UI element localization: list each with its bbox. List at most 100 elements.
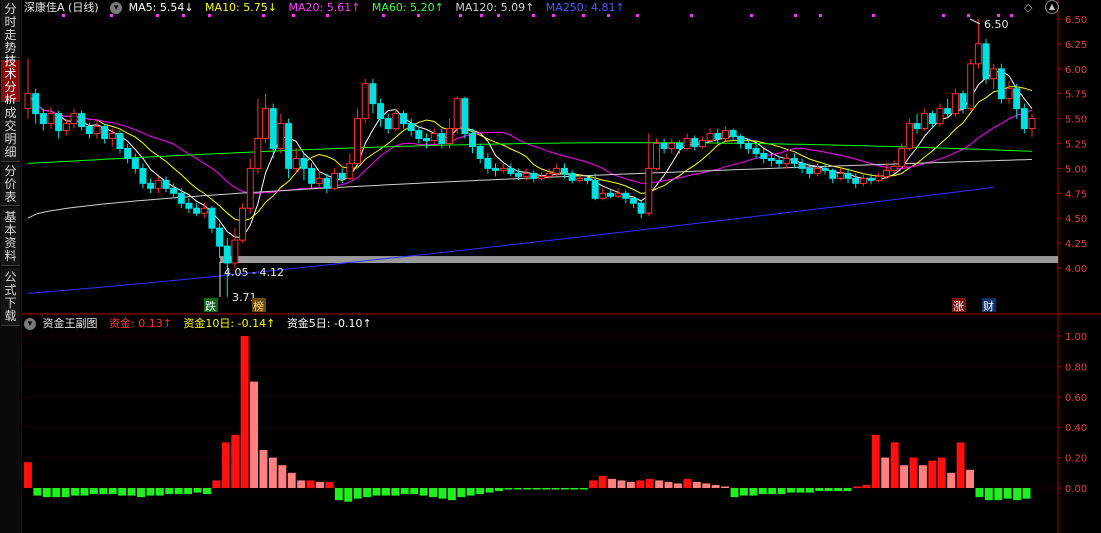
candle-body: [936, 108, 944, 125]
flow-bar: [928, 460, 937, 488]
side-tab-2[interactable]: 成交明细: [1, 104, 20, 162]
candle-body: [545, 172, 553, 177]
side-tab-bar: 分时走势技术分析成交明细分价表基本资料公式下载: [0, 0, 22, 533]
candle-body: [177, 192, 185, 204]
candle-body: [154, 179, 162, 189]
chart-area[interactable]: 6.50 6.25 6.00 5.75 5.50 5.25 5.00 4.75 4.50 4.25…: [22, 0, 1101, 533]
flow-bar: [730, 488, 739, 498]
ma120-label: MA120: 5.09↑: [455, 1, 535, 14]
indicator-settings-icon[interactable]: ▾: [110, 2, 123, 14]
sub-indicator-settings-icon[interactable]: ▾: [24, 318, 36, 330]
candle-body: [921, 113, 929, 130]
candle-body: [315, 177, 323, 184]
flow-bar: [33, 488, 42, 496]
ma5-line: [27, 70, 1033, 238]
candle-body: [484, 157, 492, 169]
candle-body: [576, 177, 584, 181]
flow-bar: [711, 484, 720, 488]
sub-chart-header: ▾ 资金王副图 资金: 0.13↑ 资金10日: -0.14↑ 资金5日: -0…: [24, 316, 380, 331]
flow-bar: [202, 488, 211, 495]
flow-bar: [231, 434, 240, 488]
bang-badge-label: 榜: [253, 299, 264, 313]
high-price-label: 6.50: [984, 18, 1009, 31]
candle-body: [583, 177, 591, 181]
price-tick-label: 6.00: [1065, 65, 1087, 76]
signal-dot: [819, 14, 822, 17]
candle-body: [262, 108, 270, 140]
ma20-label: MA20: 5.61↑: [288, 1, 361, 14]
candle-body: [492, 167, 500, 171]
chart-canvas[interactable]: 6.50 6.25 6.00 5.75 5.50 5.25 5.00 4.75 4.50 4.25…: [22, 0, 1101, 533]
zj10-label: 资金10日: -0.14↑: [183, 317, 276, 330]
candle-body: [752, 147, 760, 154]
flow-tick-label: 0.00: [1065, 484, 1087, 495]
candle-body: [898, 147, 906, 167]
candle-body: [553, 167, 561, 174]
scroll-up-icon[interactable]: ▲: [1045, 0, 1059, 14]
flow-bar: [240, 336, 249, 488]
flow-bar: [758, 488, 767, 495]
candle-body: [231, 239, 239, 264]
flow-bar: [589, 480, 598, 488]
flow-bar: [636, 480, 645, 488]
flow-bar: [344, 488, 353, 502]
stock-title[interactable]: 深康佳A (日线): [24, 1, 99, 14]
candle-body: [208, 207, 216, 229]
candle-body: [101, 126, 109, 140]
candle-body: [24, 93, 32, 110]
flow-bar: [871, 434, 880, 488]
price-tick-label: 4.50: [1065, 214, 1087, 225]
candle-body: [944, 108, 952, 115]
side-tab-4[interactable]: 基本资料: [1, 208, 20, 266]
flow-bar: [947, 472, 956, 488]
candle-body: [530, 172, 538, 179]
flow-bar: [419, 488, 428, 496]
ma10-label: MA10: 5.75↓: [205, 1, 277, 14]
flow-bar: [174, 488, 183, 495]
candle-body: [453, 98, 461, 130]
flow-bar: [429, 488, 438, 498]
flow-bar: [221, 442, 230, 488]
candle-body: [430, 133, 438, 142]
candle-body: [461, 98, 469, 135]
flow-bar: [900, 465, 909, 488]
flow-bar: [777, 488, 786, 495]
flow-bar: [966, 469, 974, 488]
side-tab-3[interactable]: 分价表: [1, 164, 20, 206]
die-badge-label: 跌: [205, 299, 216, 313]
candle-body: [384, 118, 392, 130]
candle-body: [844, 172, 852, 179]
flow-bar: [259, 450, 268, 488]
price-tick-label: 6.50: [1065, 15, 1087, 26]
candle-body: [515, 172, 523, 177]
flow-bar: [890, 442, 899, 488]
side-tab-5[interactable]: 公式下载: [1, 268, 20, 326]
flow-bar: [645, 478, 654, 488]
flow-bar: [485, 488, 494, 493]
candle-body: [254, 138, 262, 169]
candle-body: [698, 140, 706, 147]
price-tick-label: 6.25: [1065, 40, 1087, 51]
flow-bar: [579, 488, 588, 490]
sub-chart-title[interactable]: 资金王副图: [43, 317, 98, 330]
candle-body: [415, 130, 423, 140]
ma250-line: [27, 186, 994, 294]
flow-bar: [353, 488, 362, 499]
candle-body: [1028, 118, 1036, 130]
diamond-icon[interactable]: ◇: [1024, 1, 1032, 14]
candle-body: [47, 113, 55, 125]
flow-bar: [975, 488, 984, 498]
candle-body: [377, 103, 385, 120]
candle-body: [928, 113, 936, 125]
side-tab-1[interactable]: 技术分析: [1, 54, 20, 106]
candle-body: [691, 138, 699, 147]
flow-bar: [532, 488, 541, 490]
flow-bar: [721, 486, 730, 488]
side-tab-0[interactable]: 分时走势: [1, 0, 20, 58]
flow-bar: [363, 488, 372, 498]
candle-body: [62, 123, 70, 132]
candle-body: [913, 123, 921, 130]
ma250-label: MA250: 4.81↑: [545, 1, 625, 14]
flow-bar: [287, 472, 296, 488]
flow-bar: [334, 488, 343, 501]
